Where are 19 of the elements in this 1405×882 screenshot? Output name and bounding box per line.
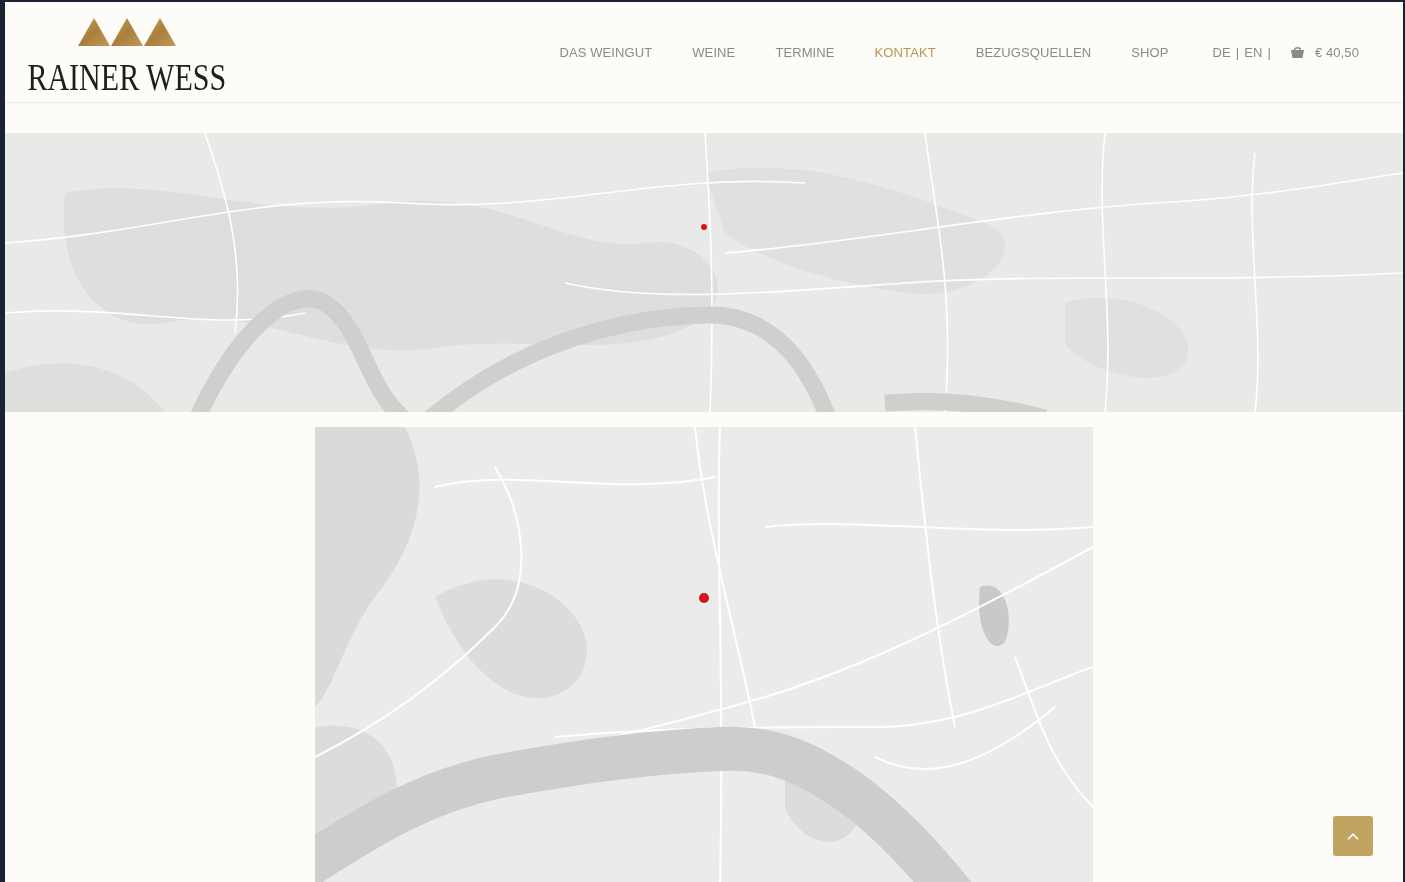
nav-link[interactable]: TERMINE [775, 44, 835, 60]
language-link[interactable]: DE [1212, 44, 1231, 60]
nav-link[interactable]: KONTAKT [874, 44, 936, 60]
nav-link[interactable]: DAS WEINGUT [559, 44, 653, 60]
nav-link[interactable]: BEZUGSQUELLEN [975, 44, 1092, 60]
language-separator: | [1267, 44, 1271, 60]
triangles-logo-icon [77, 17, 176, 46]
location-marker-icon [701, 224, 707, 230]
language-separator: | [1235, 44, 1240, 60]
cart-link[interactable]: € 40,50 [1290, 44, 1359, 60]
basket-icon [1290, 46, 1304, 58]
back-to-top-button[interactable] [1333, 816, 1373, 856]
language-link[interactable]: EN [1244, 44, 1263, 60]
nav-link[interactable]: SHOP [1131, 44, 1169, 60]
nav-link[interactable]: WEINE [692, 44, 736, 60]
logo-link[interactable]: RAINER WESS [28, 17, 226, 92]
logo-text: RAINER WESS [27, 61, 227, 92]
location-marker-icon [699, 593, 709, 603]
chevron-up-icon [1347, 832, 1359, 840]
